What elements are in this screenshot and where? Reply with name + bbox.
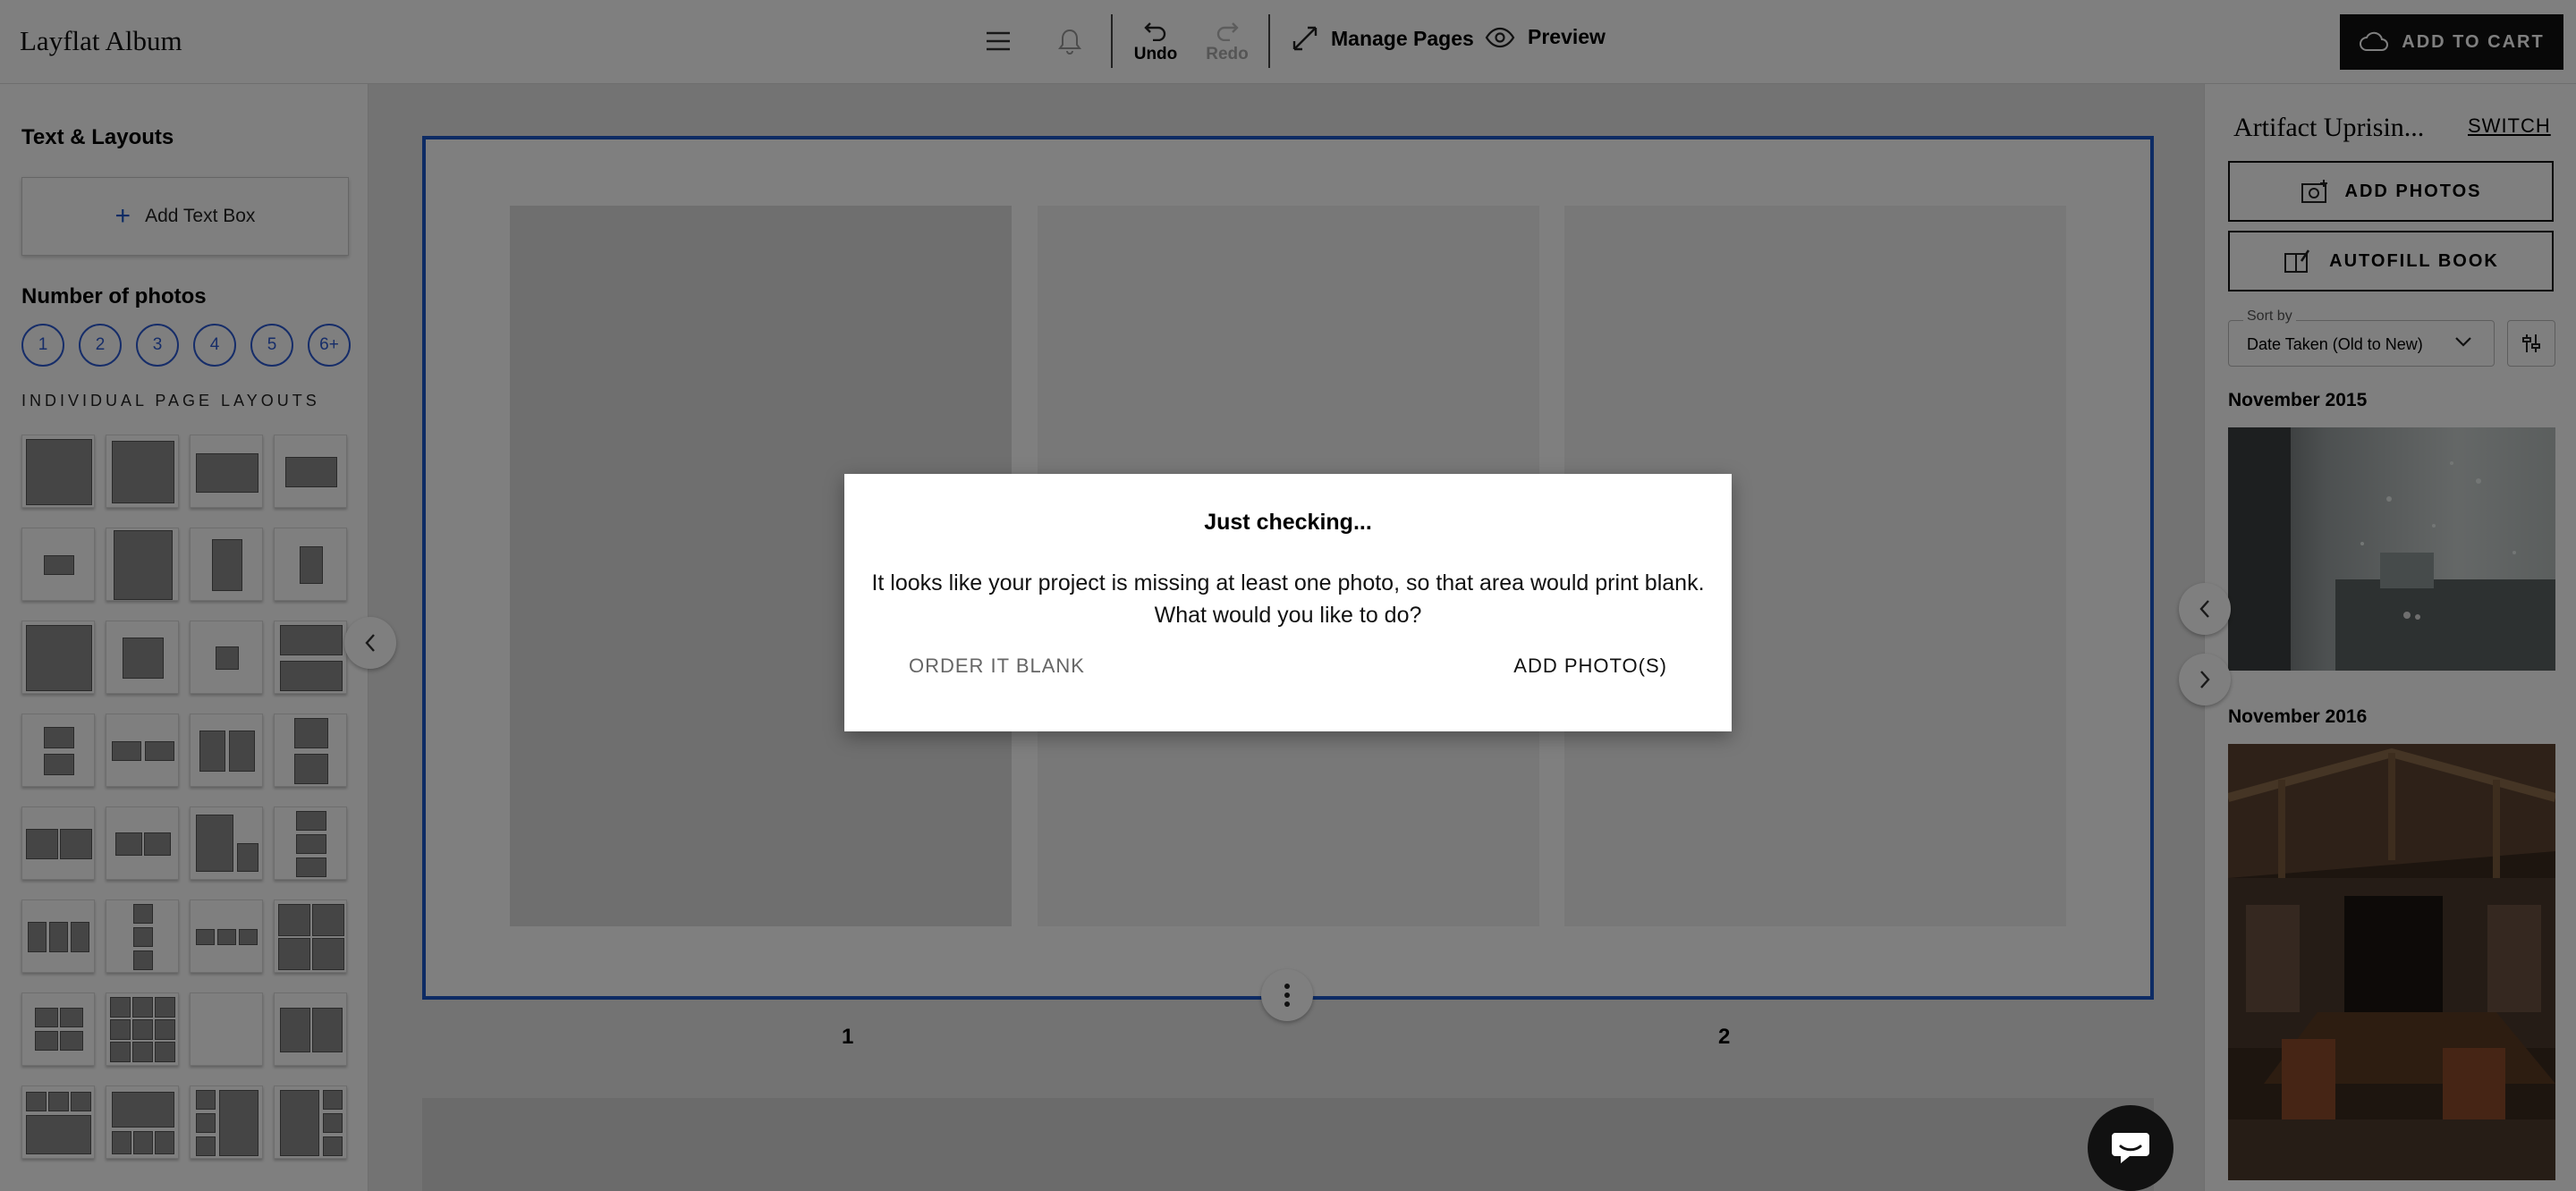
dialog-message-line: It looks like your project is missing at… <box>871 570 1705 596</box>
add-photos-dialog-button[interactable]: ADD PHOTO(S) <box>1513 655 1667 678</box>
chat-button[interactable] <box>2088 1105 2174 1191</box>
dialog-message-line: What would you like to do? <box>1154 603 1422 628</box>
missing-photo-dialog: Just checking... It looks like your proj… <box>844 474 1732 731</box>
app-root: Layflat Album Undo Redo Manage Pages Pre… <box>0 0 2576 1191</box>
dialog-title: Just checking... <box>1204 510 1372 535</box>
chat-bubble-icon <box>2112 1133 2149 1163</box>
dialog-message: It looks like your project is missing at… <box>844 567 1732 631</box>
order-it-blank-button[interactable]: ORDER IT BLANK <box>909 655 1085 678</box>
